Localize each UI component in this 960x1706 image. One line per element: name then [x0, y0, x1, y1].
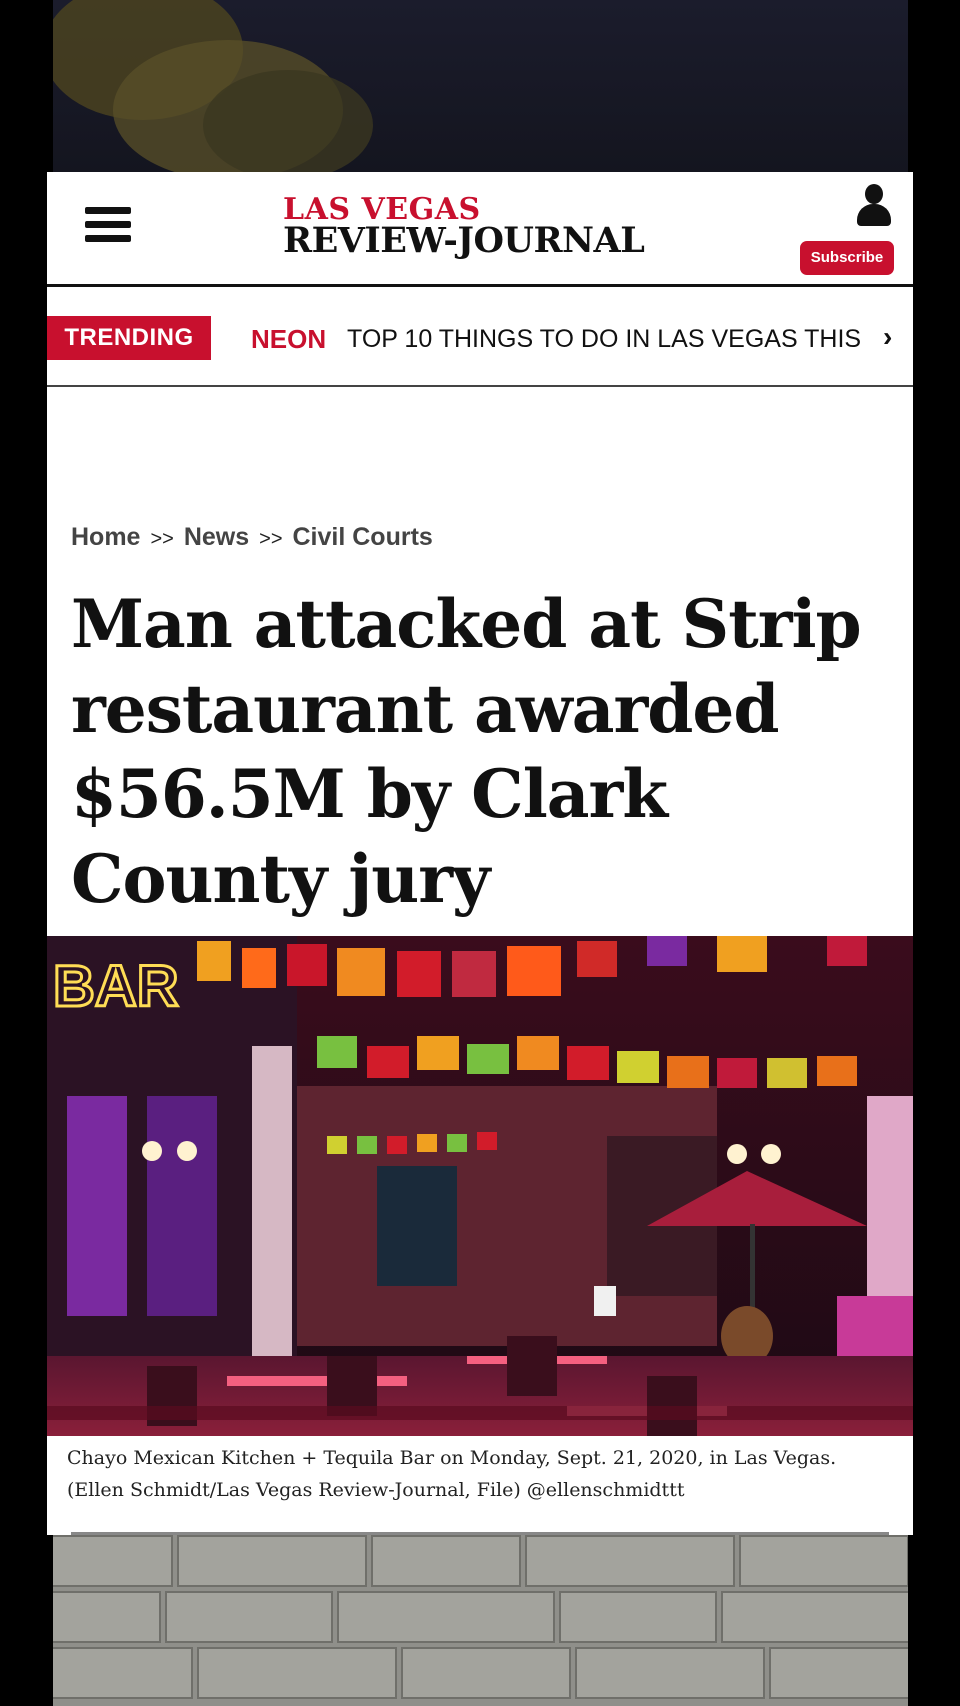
article-photo: BAR [47, 936, 913, 1436]
trending-badge: TRENDING [47, 316, 211, 360]
photo-caption: Chayo Mexican Kitchen + Tequila Bar on M… [67, 1447, 837, 1501]
trending-tag[interactable]: NEON [251, 324, 326, 355]
trending-headline-link[interactable]: TOP 10 THINGS TO DO IN LAS VEGAS THIS [347, 325, 879, 354]
subscribe-button[interactable]: Subscribe [800, 241, 894, 275]
trending-bar: TRENDING NEON TOP 10 THINGS TO DO IN LAS… [47, 287, 913, 387]
user-account-icon[interactable] [855, 184, 893, 228]
article-card: LAS VEGAS REVIEW-JOURNAL Subscribe TREND… [47, 172, 913, 1535]
hamburger-menu-icon[interactable] [85, 207, 131, 247]
breadcrumb-home[interactable]: Home [71, 523, 140, 551]
breadcrumb-news[interactable]: News [184, 523, 249, 551]
caption-divider [71, 1532, 889, 1535]
site-logo[interactable]: LAS VEGAS REVIEW-JOURNAL [283, 195, 663, 261]
logo-bottom-text: REVIEW-JOURNAL [283, 220, 645, 261]
article-headline: Man attacked at Strip restaurant awarded… [71, 585, 862, 918]
breadcrumb-separator: >> [150, 528, 174, 550]
background-video-top [53, 0, 908, 172]
breadcrumb: Home >> News >> Civil Courts [71, 523, 433, 552]
chevron-right-icon[interactable]: › [883, 321, 892, 353]
breadcrumb-civil-courts[interactable]: Civil Courts [293, 523, 433, 551]
site-header: LAS VEGAS REVIEW-JOURNAL Subscribe [47, 172, 913, 284]
bar-neon-sign: BAR [53, 954, 179, 1019]
background-video-bottom [53, 1535, 908, 1706]
breadcrumb-separator: >> [259, 528, 283, 550]
tree-foliage [203, 70, 373, 172]
